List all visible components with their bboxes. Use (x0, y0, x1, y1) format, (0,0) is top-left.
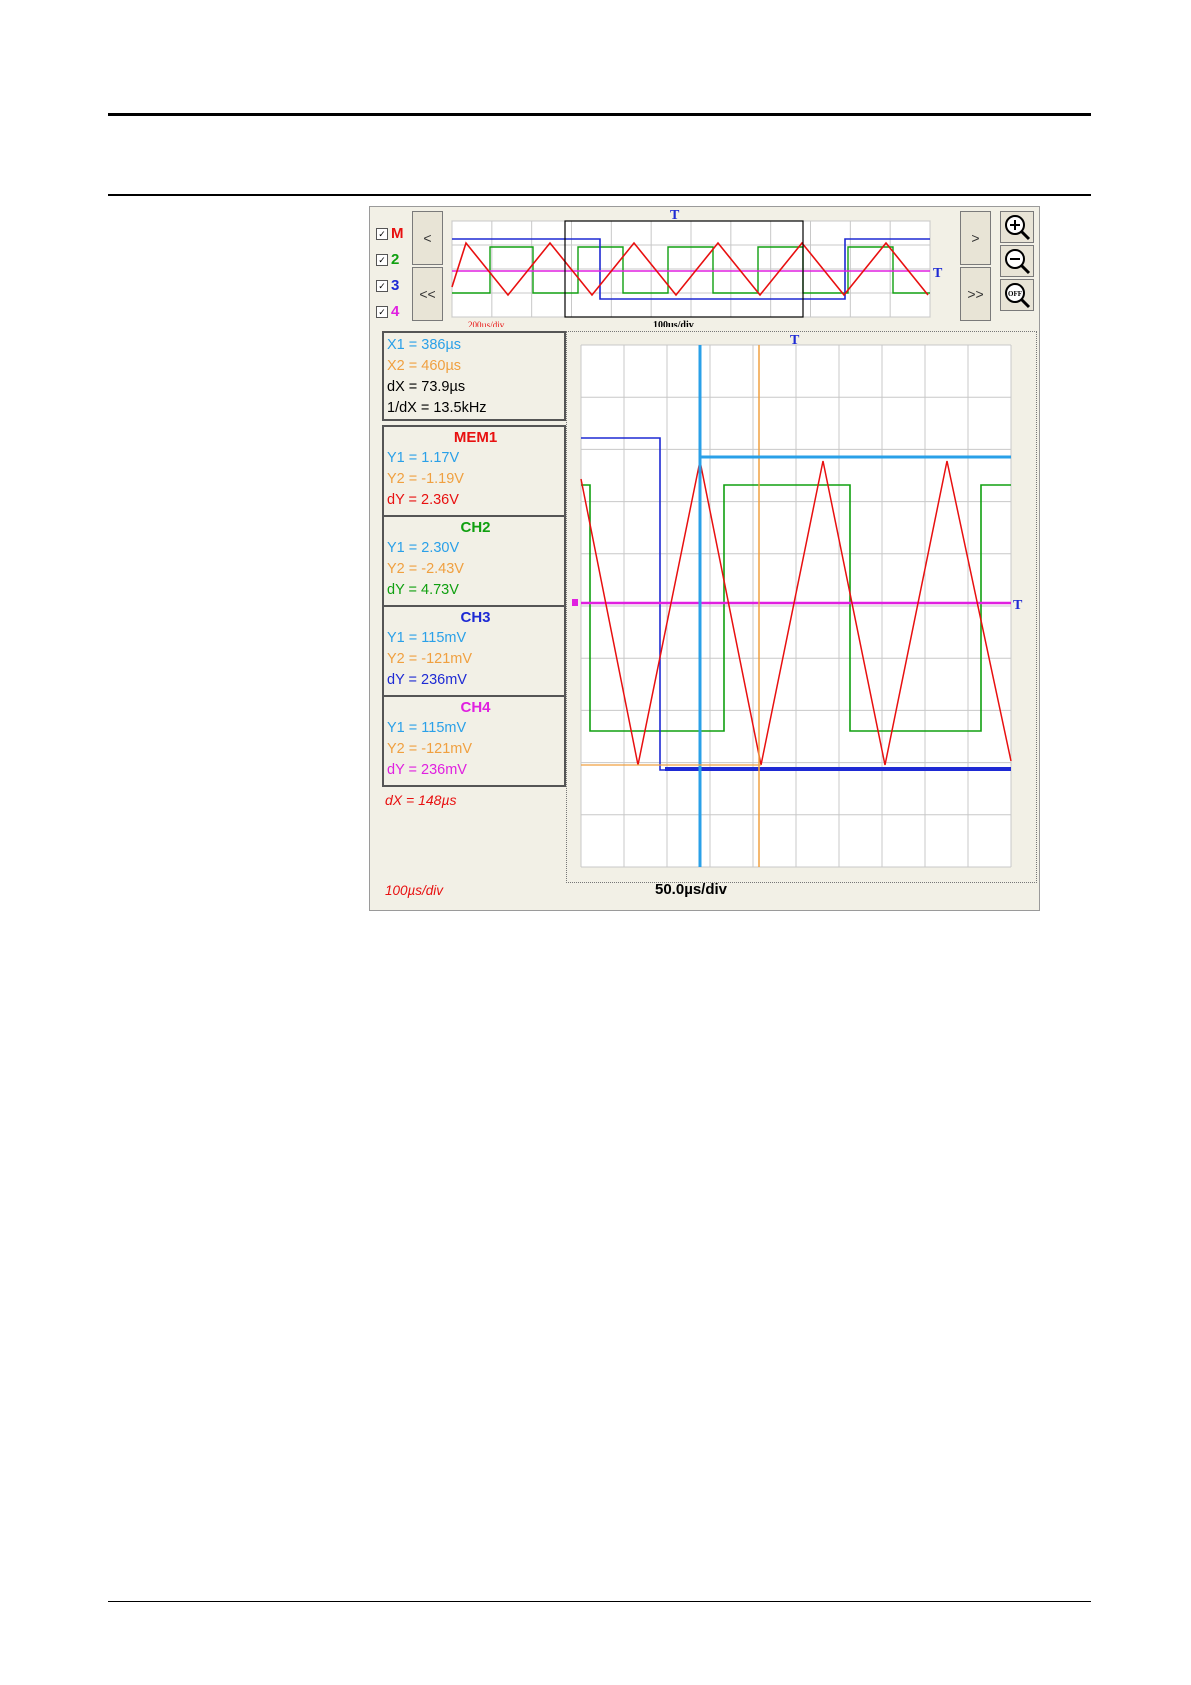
main-timebase-label: 50.0µs/div (655, 881, 728, 898)
header-rule-top (108, 113, 1091, 116)
oscilloscope-window: ✓ M ✓ 2 ✓ 3 ✓ 4 < << > >> OFF TT 200µs/d… (369, 206, 1040, 911)
main-plot[interactable]: TT (370, 207, 1041, 907)
trigger-level-marker: T (1013, 598, 1023, 613)
header-rule-bottom (108, 194, 1091, 196)
ch4-ground-marker (572, 599, 578, 606)
trigger-time-marker: T (790, 333, 800, 348)
footer-rule (108, 1601, 1091, 1602)
